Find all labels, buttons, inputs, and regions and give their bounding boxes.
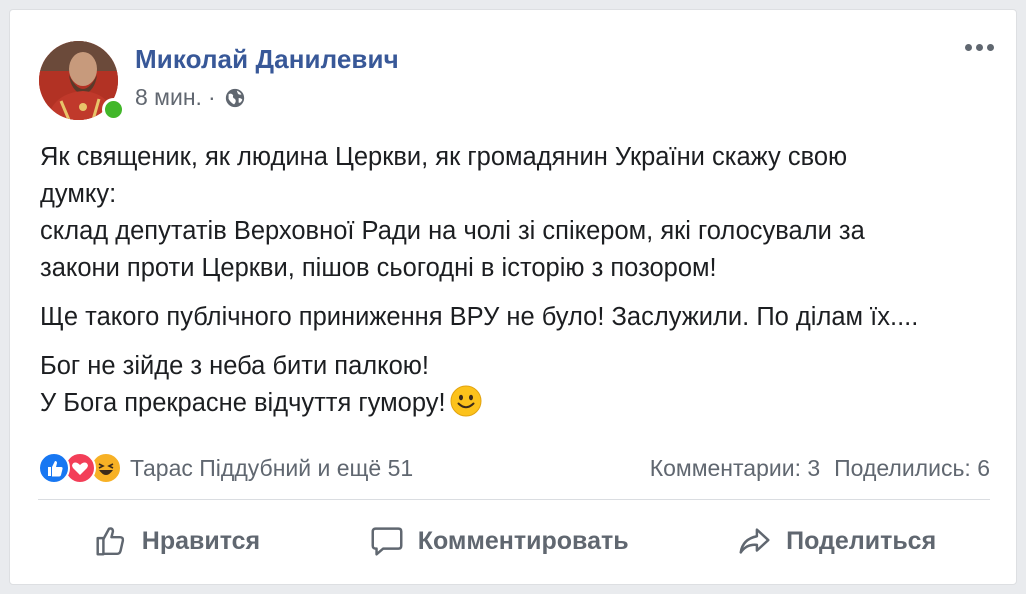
dot-icon	[987, 44, 994, 51]
divider	[38, 499, 990, 500]
action-bar: Нравится Комментировать Поделиться	[38, 510, 990, 572]
shares-count[interactable]: Поделились: 6	[834, 455, 990, 482]
text-line: Як священик, як людина Церкви, як громад…	[40, 143, 848, 171]
text-line: Бог не зійде з неба бити палкою!	[40, 352, 429, 380]
more-options-button[interactable]	[965, 44, 994, 51]
reactions-row: Тарас Піддубний и ещё 51 Комментарии: 3 …	[38, 448, 990, 488]
comments-count[interactable]: Комментарии: 3	[650, 455, 820, 482]
share-label: Поделиться	[786, 526, 937, 555]
share-button[interactable]: Поделиться	[736, 522, 936, 560]
meta-separator: ·	[207, 84, 216, 110]
thumbs-up-icon	[96, 527, 124, 556]
like-button[interactable]: Нравится	[92, 522, 260, 560]
post-paragraph-3: Бог не зійде з неба бити палкою! У Бога …	[40, 348, 990, 422]
post-card: Миколай Данилевич 8 мин. · Як священик, …	[9, 9, 1017, 585]
post-meta: 8 мин. ·	[135, 84, 246, 111]
comment-icon	[371, 527, 403, 556]
globe-icon[interactable]	[224, 87, 246, 109]
dot-icon	[965, 44, 972, 51]
post-time[interactable]: 8 мин.	[135, 84, 202, 111]
reactions-summary[interactable]: Тарас Піддубний и ещё 51	[130, 455, 413, 482]
post-paragraph-1: Як священик, як людина Церкви, як громад…	[40, 139, 990, 287]
text-line: склад депутатів Верховної Ради на чолі з…	[40, 217, 865, 245]
text-line: Ще такого публічного приниження ВРУ не б…	[40, 303, 919, 331]
text-line: закони проти Церкви, пішов сьогодні в іс…	[40, 254, 717, 282]
share-arrow-icon	[739, 528, 770, 554]
text-line-with-emoji: У Бога прекрасне відчуття гумору!	[40, 385, 990, 422]
text-line: думку:	[40, 180, 117, 208]
comment-label: Комментировать	[417, 526, 629, 555]
reaction-icons[interactable]	[38, 452, 122, 484]
post-body: Як священик, як людина Церкви, як громад…	[40, 139, 990, 434]
like-label: Нравится	[141, 526, 261, 555]
post-paragraph-2: Ще такого публічного приниження ВРУ не б…	[40, 299, 990, 336]
text-line: У Бога прекрасне відчуття гумору!	[40, 389, 446, 417]
like-icon	[38, 452, 70, 484]
online-status-dot	[102, 98, 125, 121]
dot-icon	[976, 44, 983, 51]
smile-emoji-icon	[450, 385, 482, 417]
engagement-counts: Комментарии: 3 Поделились: 6	[650, 455, 990, 482]
author-name[interactable]: Миколай Данилевич	[135, 44, 399, 75]
comment-button[interactable]: Комментировать	[368, 522, 629, 560]
